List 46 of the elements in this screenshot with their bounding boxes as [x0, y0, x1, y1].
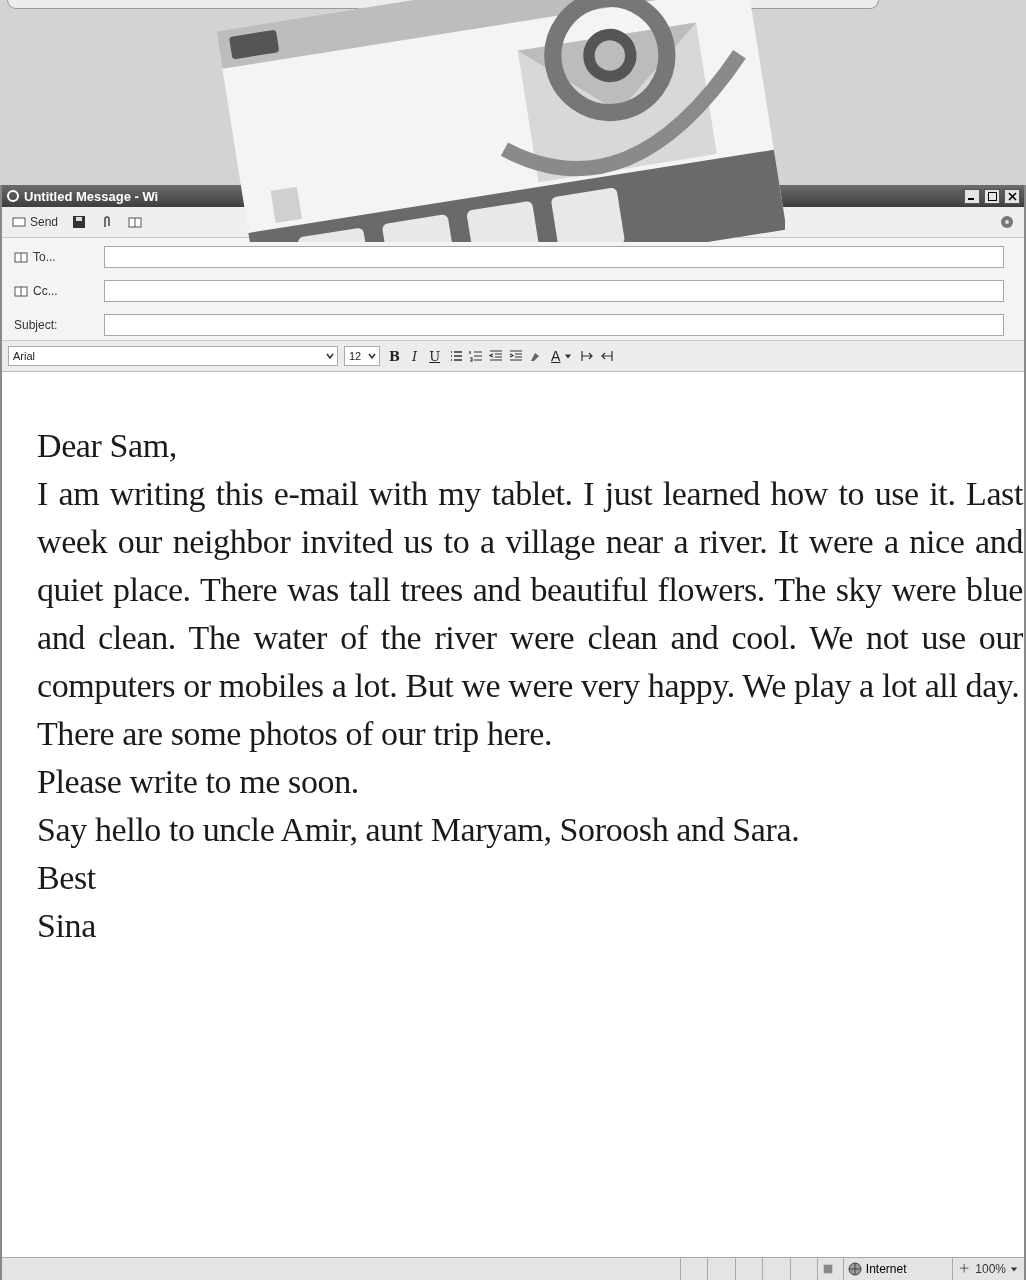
dropdown-icon	[367, 351, 377, 361]
input-field[interactable]	[104, 314, 1004, 336]
browser-icon	[6, 189, 20, 203]
address-book-icon	[14, 250, 28, 264]
dropdown-icon	[325, 351, 335, 361]
recipient-button[interactable]: Cc...	[14, 284, 104, 298]
dropdown-icon	[1010, 1265, 1018, 1273]
indent-icon	[509, 349, 524, 363]
maximize-icon	[987, 191, 997, 201]
window-title: Untitled Message - Wi	[24, 188, 160, 204]
numbered-list-icon	[469, 349, 484, 363]
help-button[interactable]	[998, 213, 1016, 231]
left-to-right-icon	[580, 349, 595, 363]
close-button[interactable]	[1004, 188, 1020, 204]
right-to-left-icon	[600, 349, 615, 363]
outdent-icon	[489, 349, 504, 363]
maximize-button[interactable]	[984, 188, 1000, 204]
input-field[interactable]	[104, 280, 1004, 302]
envelope-icon	[12, 215, 26, 229]
security-icon	[822, 1263, 835, 1275]
recipient-button[interactable]: To...	[14, 250, 104, 264]
dropdown-icon	[564, 352, 573, 360]
message-paragraph: Dear Sam,	[37, 426, 178, 466]
message-paragraph: Say hello to uncle Amir, aunt Maryam, Soroosh and Sara.	[37, 810, 801, 850]
send-button[interactable]: Send	[10, 213, 61, 231]
security-zone: Internet	[865, 1262, 907, 1276]
size-select[interactable]: 12	[344, 346, 380, 366]
zoom-button[interactable]: 100%	[957, 1260, 1020, 1278]
address-book-icon	[14, 284, 28, 298]
message-paragraph: There are some photos of our trip here.	[37, 714, 553, 754]
message-paragraph: Sina	[37, 906, 97, 946]
message-paragraph: Best	[37, 858, 97, 898]
input-field[interactable]	[104, 246, 1004, 268]
field-label: Subject:	[14, 318, 59, 332]
bold-button[interactable]: B	[386, 348, 403, 364]
font-color-button[interactable]: A	[549, 346, 575, 366]
minimize-button[interactable]	[964, 188, 980, 204]
font-select[interactable]: Arial	[8, 346, 338, 366]
italic-button[interactable]: I	[409, 348, 421, 364]
globe-icon	[847, 1262, 862, 1276]
bullet-list-icon	[449, 349, 464, 363]
help-icon	[1000, 215, 1014, 229]
close-icon	[1007, 191, 1017, 201]
message-paragraph: I am writing this e-mail with my tablet. I just learned how to use it. Last week our neighbor invited us to a village near a river. It were a nice and quiet place. There was tall trees and beautiful flowers. The sky were blue and clean. The water of the river were clean and cool. We not use our computers or mobiles a lot. But we were very happy. We play a lot all day.	[37, 474, 1023, 706]
message-paragraph: Please write to me soon.	[37, 762, 360, 802]
underline-button[interactable]: U	[426, 348, 444, 364]
